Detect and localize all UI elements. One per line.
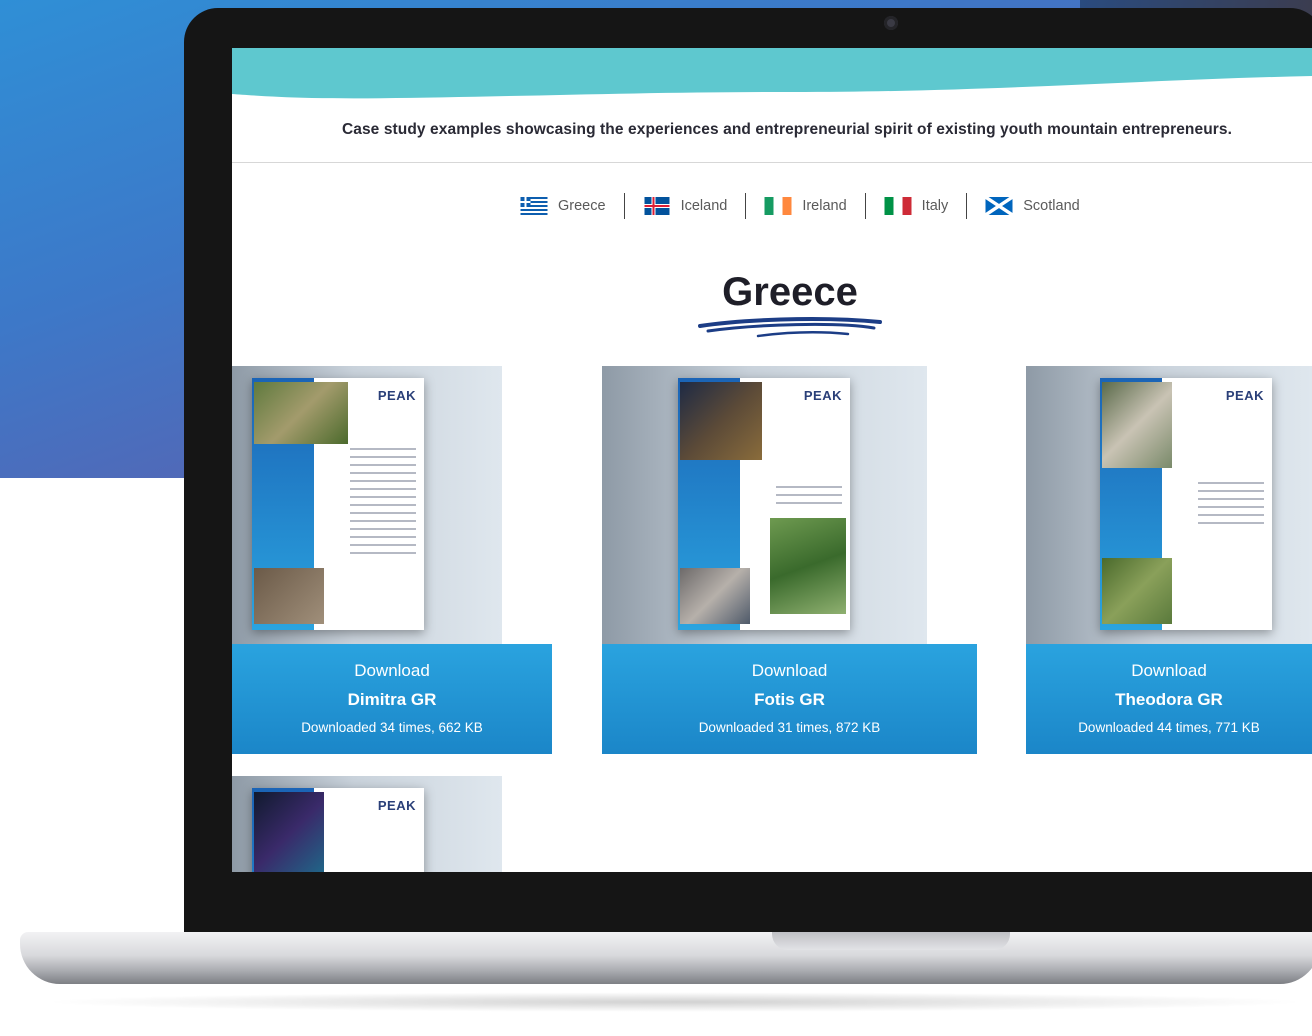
download-button[interactable]: Download Dimitra GR Downloaded 34 times,… (232, 644, 552, 754)
doc-text-line (350, 488, 416, 490)
greece-flag-icon (520, 197, 548, 215)
peak-logo: PEAK (1225, 388, 1264, 403)
doc-photo (254, 568, 324, 624)
laptop-base (20, 932, 1312, 984)
doc-photo (1102, 382, 1172, 468)
doc-text-line (776, 486, 842, 488)
document-thumbnail: PEAK (1100, 378, 1272, 630)
country-link-greece[interactable]: Greece (502, 192, 624, 220)
doc-text-line (1198, 482, 1264, 484)
italy-flag-icon (884, 197, 912, 215)
doc-text-line (1198, 514, 1264, 516)
doc-text-line (350, 544, 416, 546)
doc-text-line (350, 472, 416, 474)
doc-text-line (350, 504, 416, 506)
document-preview[interactable]: PEAK (602, 366, 927, 646)
doc-text-line (350, 552, 416, 554)
download-meta: Downloaded 44 times, 771 KB (1078, 720, 1260, 735)
download-button[interactable]: Download Theodora GR Downloaded 44 times… (1026, 644, 1312, 754)
header-wave (232, 48, 1312, 99)
case-study-name: Dimitra GR (347, 690, 437, 709)
iceland-flag-icon (644, 197, 670, 215)
doc-photo (254, 792, 324, 872)
download-meta: Downloaded 31 times, 872 KB (698, 720, 881, 735)
section-heading: Greece (722, 270, 858, 314)
case-study-name: Theodora GR (1115, 690, 1223, 709)
document-preview[interactable]: PEAK (232, 366, 502, 646)
laptop-hinge-notch (772, 932, 1010, 950)
laptop-shadow (40, 992, 1310, 1012)
doc-text-line (350, 464, 416, 466)
country-label: Iceland (680, 198, 728, 214)
ireland-flag-icon (764, 197, 792, 215)
document-thumbnail: PEAK (252, 378, 424, 630)
doc-photo (254, 382, 348, 444)
heading-underline-stroke (698, 317, 882, 338)
download-label: Download (354, 661, 430, 680)
country-link-iceland[interactable]: Iceland (625, 192, 746, 220)
doc-text-line (350, 480, 416, 482)
doc-text-line (350, 456, 416, 458)
doc-photo (770, 518, 846, 614)
webcam-icon (884, 16, 898, 30)
doc-text-line (1198, 522, 1264, 524)
doc-text-line (776, 502, 842, 504)
doc-text-line (350, 520, 416, 522)
page-tagline: Case study examples showcasing the exper… (341, 121, 1233, 138)
doc-text-line (350, 496, 416, 498)
download-label: Download (1131, 661, 1207, 680)
laptop-screen: Case study examples showcasing the exper… (232, 48, 1312, 872)
scotland-flag-icon (985, 197, 1014, 215)
case-study-name: Fotis GR (754, 690, 825, 709)
download-label: Download (751, 661, 828, 680)
download-button[interactable]: Download Fotis GR Downloaded 31 times, 8… (602, 644, 977, 754)
header-divider (232, 162, 1312, 163)
doc-text-line (350, 448, 416, 450)
country-label: Greece (558, 198, 606, 214)
country-label: Italy (921, 198, 949, 214)
doc-photo (680, 382, 762, 460)
country-label: Scotland (1023, 198, 1080, 214)
doc-text-line (350, 536, 416, 538)
country-nav: Greece Iceland Ireland Italy Scotland (502, 192, 1098, 220)
peak-logo: PEAK (377, 388, 416, 403)
peak-logo: PEAK (803, 388, 842, 403)
document-thumbnail: PEAK (252, 788, 424, 872)
country-link-ireland[interactable]: Ireland (746, 192, 864, 220)
peak-logo: PEAK (377, 798, 416, 813)
doc-text-line (776, 494, 842, 496)
doc-text-line (1198, 490, 1264, 492)
doc-photo (1102, 558, 1172, 624)
document-preview[interactable]: PEAK (232, 776, 502, 872)
document-preview[interactable]: PEAK (1026, 366, 1312, 646)
document-thumbnail: PEAK (678, 378, 850, 630)
doc-text-line (1198, 506, 1264, 508)
country-link-italy[interactable]: Italy (866, 192, 967, 220)
doc-text-line (1198, 498, 1264, 500)
doc-text-line (350, 528, 416, 530)
country-label: Ireland (802, 198, 847, 214)
country-link-scotland[interactable]: Scotland (967, 192, 1097, 220)
doc-text-line (350, 512, 416, 514)
download-meta: Downloaded 34 times, 662 KB (301, 720, 483, 735)
doc-photo (680, 568, 750, 624)
